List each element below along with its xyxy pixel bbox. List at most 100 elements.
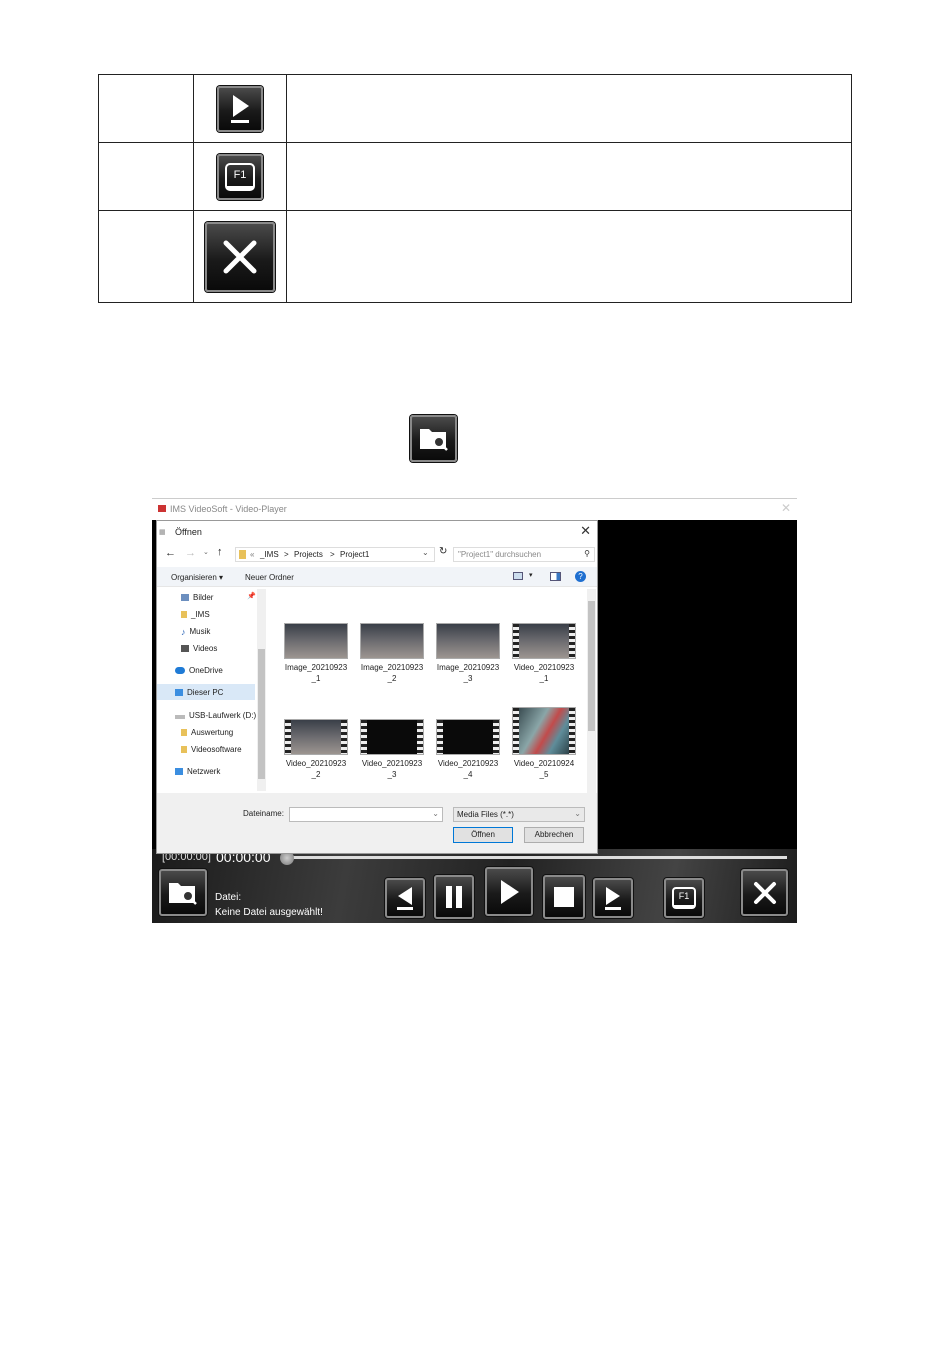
view-options-icon[interactable] — [513, 572, 523, 580]
dialog-close-icon[interactable]: ✕ — [580, 523, 591, 539]
video-thumbnail — [360, 719, 424, 755]
nav-scrollbar-thumb[interactable] — [258, 649, 265, 779]
search-placeholder: "Project1" durchsuchen — [458, 550, 542, 559]
stop-button[interactable] — [543, 875, 585, 919]
preview-pane-icon[interactable] — [550, 572, 561, 581]
nav-item-musik[interactable]: ♪ Musik — [181, 627, 210, 637]
file-item[interactable]: Video_20210924 _5 — [511, 707, 577, 780]
file-item[interactable]: Video_20210923 _2 — [283, 719, 349, 780]
forward-arrow-icon[interactable]: → — [185, 547, 196, 559]
table-cell — [286, 74, 852, 143]
video-thumbnail — [512, 623, 576, 659]
nav-item-onedrive[interactable]: OneDrive — [175, 666, 223, 675]
table-cell — [286, 210, 852, 303]
chevron-down-icon[interactable]: ▾ — [529, 571, 533, 579]
navigation-pane: Bilder 📌 _IMS ♪ Musik Videos OneDrive Die… — [157, 587, 267, 793]
breadcrumb-item[interactable]: Project1 — [340, 550, 369, 559]
search-icon: ⚲ — [584, 549, 590, 558]
history-dropdown-icon[interactable]: ⌄ — [203, 548, 209, 556]
dialog-app-icon: ▦ — [159, 529, 166, 536]
image-thumbnail — [284, 623, 348, 659]
step-back-icon — [397, 887, 413, 910]
image-thumbnail — [360, 623, 424, 659]
folder-icon — [239, 550, 246, 559]
chevron-down-icon[interactable]: ⌄ — [422, 548, 429, 557]
f1-help-icon: F1 — [217, 153, 263, 200]
exit-button[interactable] — [741, 869, 788, 916]
icon-table: F1 — [98, 74, 852, 303]
file-item[interactable]: Image_20210923 _2 — [359, 623, 425, 684]
breadcrumb[interactable]: « _IMS > Projects > Project1 ⌄ — [235, 547, 435, 562]
back-arrow-icon[interactable]: ← — [165, 547, 176, 559]
pause-button[interactable] — [434, 875, 474, 919]
file-item[interactable]: Video_20210923 _1 — [511, 623, 577, 684]
chevron-down-icon: ⌄ — [574, 809, 581, 818]
seek-bar[interactable] — [287, 856, 787, 859]
video-thumbnail — [512, 707, 576, 755]
filename-label: Dateiname: — [243, 809, 284, 818]
file-label: Datei: — [215, 892, 242, 903]
organize-button[interactable]: Organisieren ▾ — [171, 573, 223, 582]
window-close-icon[interactable]: ✕ — [781, 501, 791, 515]
folder-icon — [181, 611, 187, 618]
breadcrumb-item[interactable]: Projects — [294, 550, 323, 559]
file-item[interactable]: Image_20210923 _3 — [435, 623, 501, 684]
file-type-select[interactable]: Media Files (*.*) ⌄ — [453, 807, 585, 822]
nav-item-videos[interactable]: Videos — [181, 644, 217, 653]
open-button[interactable]: Öffnen — [453, 827, 513, 843]
breadcrumb-item[interactable]: _IMS — [260, 550, 279, 559]
f1-key-label: F1 — [225, 162, 255, 191]
table-cell — [193, 210, 287, 303]
next-button[interactable] — [593, 878, 633, 918]
app-logo-icon — [158, 505, 166, 512]
pictures-icon — [181, 594, 189, 601]
drive-icon — [175, 715, 185, 719]
open-file-dialog: ▦ Öffnen ✕ ← → ⌄ ↑ « _IMS > Projects > P… — [156, 520, 598, 854]
file-info: Datei: Keine Datei ausgewählt! — [215, 890, 323, 920]
table-cell — [98, 210, 194, 303]
cancel-button[interactable]: Abbrechen — [524, 827, 584, 843]
pin-icon: 📌 — [247, 593, 256, 600]
breadcrumb-separator: > — [284, 550, 289, 559]
nav-item-auswertung[interactable]: Auswertung — [181, 728, 233, 737]
video-thumbnail — [284, 719, 348, 755]
play-icon — [217, 85, 263, 132]
folder-search-icon — [410, 415, 457, 462]
nav-item-ims[interactable]: _IMS — [181, 610, 210, 619]
dialog-toolbar: Organisieren ▾ Neuer Ordner ▾ ? — [157, 567, 597, 587]
files-scrollbar-thumb[interactable] — [588, 601, 595, 731]
table-cell — [286, 142, 852, 211]
previous-button[interactable] — [385, 878, 425, 918]
files-scrollbar[interactable] — [587, 589, 596, 793]
video-player-screenshot: IMS VideoSoft - Video-Player ✕ [00:00:00… — [152, 498, 797, 923]
folder-icon — [181, 746, 187, 753]
chevron-down-icon[interactable]: ⌄ — [432, 809, 439, 818]
open-file-button[interactable] — [159, 869, 207, 916]
play-button[interactable] — [485, 867, 533, 916]
up-arrow-icon[interactable]: ↑ — [217, 546, 223, 558]
pause-icon — [446, 886, 462, 908]
breadcrumb-overflow: « — [250, 550, 255, 559]
new-folder-button[interactable]: Neuer Ordner — [245, 573, 294, 582]
nav-item-videosoftware[interactable]: Videosoftware — [181, 745, 242, 754]
dialog-title: Öffnen — [175, 527, 202, 537]
f1-help-icon: F1 — [672, 887, 696, 909]
refresh-icon[interactable]: ↻ — [439, 546, 447, 557]
nav-item-dieser-pc[interactable]: Dieser PC — [175, 688, 223, 697]
file-item[interactable]: Image_20210923 _1 — [283, 623, 349, 684]
music-icon: ♪ — [181, 627, 186, 637]
file-item[interactable]: Video_20210923 _4 — [435, 719, 501, 780]
table-cell: F1 — [193, 142, 287, 211]
nav-scrollbar[interactable] — [257, 589, 266, 791]
search-input[interactable]: "Project1" durchsuchen ⚲ — [453, 547, 595, 562]
file-item[interactable]: Video_20210923 _3 — [359, 719, 425, 780]
help-button[interactable]: F1 — [664, 878, 704, 918]
table-cell — [98, 142, 194, 211]
stop-icon — [554, 887, 574, 907]
nav-item-bilder[interactable]: Bilder — [181, 593, 213, 602]
help-icon[interactable]: ? — [575, 571, 586, 582]
nav-item-usb[interactable]: USB-Laufwerk (D:) — [175, 711, 256, 720]
nav-item-netzwerk[interactable]: Netzwerk — [175, 767, 220, 776]
filename-input[interactable]: ⌄ — [289, 807, 443, 822]
videos-icon — [181, 645, 189, 652]
